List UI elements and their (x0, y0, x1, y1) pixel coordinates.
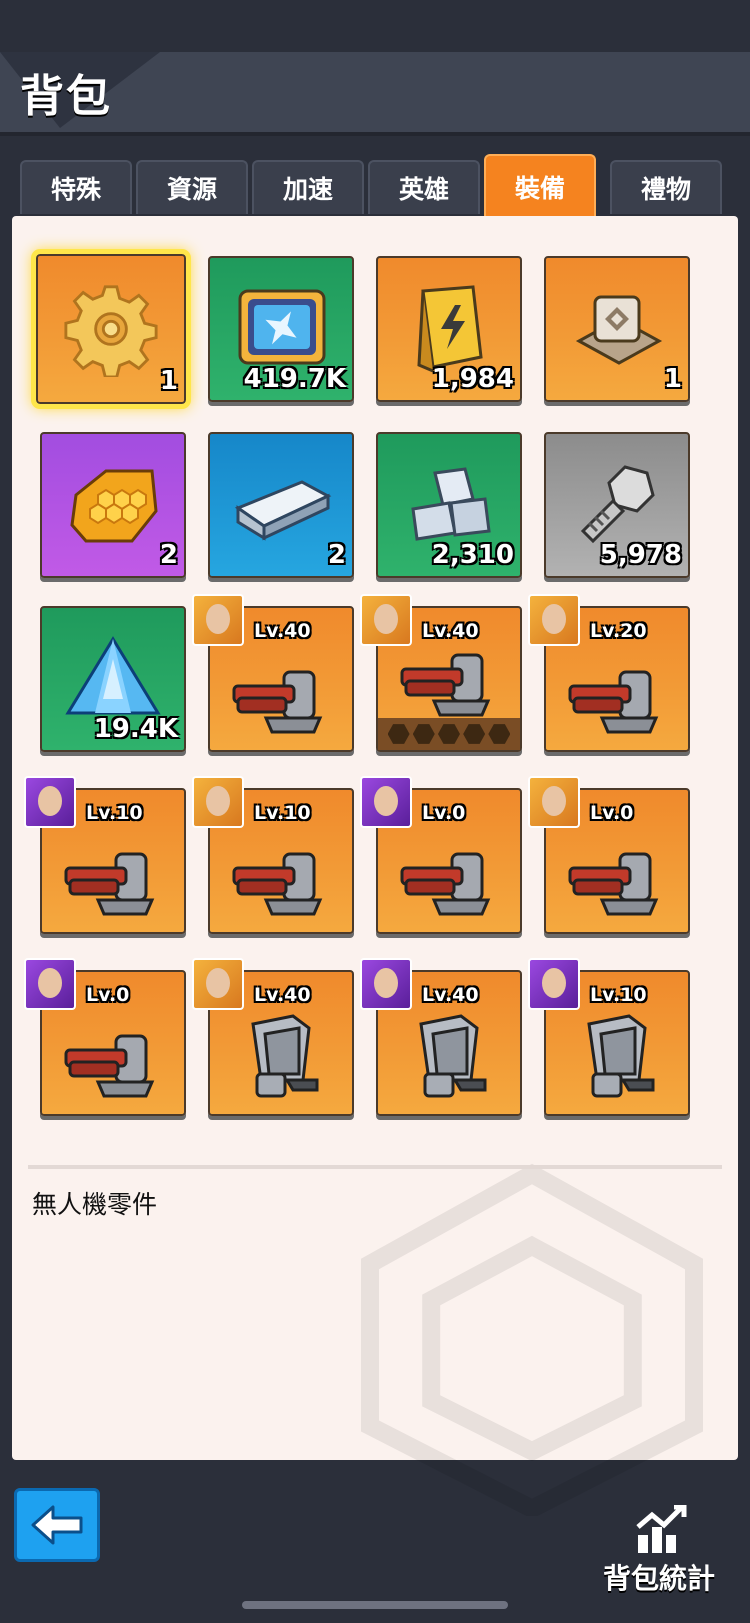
back-button[interactable] (14, 1488, 100, 1562)
turret-icon (64, 1034, 155, 1098)
inventory-item[interactable]: Lv.40 (360, 594, 522, 752)
inventory-item[interactable]: Lv.20 (528, 594, 690, 752)
inventory-item[interactable]: 19.4K (40, 606, 186, 752)
armor-plate-icon (419, 1014, 487, 1098)
item-quantity: 5,978 (599, 540, 682, 570)
item-level: Lv.10 (590, 984, 647, 1006)
bag-stats-button[interactable]: 背包統計 (594, 1505, 724, 1605)
item-description: 無人機零件 (32, 1190, 158, 1219)
item-quantity: 19.4K (93, 714, 178, 744)
steel-bar-icon (234, 480, 332, 541)
item-level: Lv.40 (254, 984, 311, 1006)
item-level: Lv.40 (422, 984, 479, 1006)
item-quantity: 2 (327, 540, 346, 570)
inventory-item[interactable]: 2,310 (376, 432, 522, 578)
item-level: Lv.10 (86, 802, 143, 824)
tab-gifts[interactable]: 禮物 (610, 160, 722, 214)
divider (28, 1165, 722, 1169)
back-arrow-icon (31, 1505, 83, 1545)
hero-avatar (360, 776, 412, 828)
turret-icon (568, 852, 659, 916)
tab-speedup[interactable]: 加速 (252, 160, 364, 214)
item-quantity: 2,310 (431, 540, 514, 570)
hero-avatar (192, 958, 244, 1010)
armor-plate-icon (587, 1014, 655, 1098)
armor-plate-icon (251, 1014, 319, 1098)
title-bar (0, 52, 750, 136)
item-quantity: 1 (663, 364, 682, 394)
item-level: Lv.0 (86, 984, 130, 1006)
hero-avatar (24, 958, 76, 1010)
hero-avatar (528, 594, 580, 646)
inventory-item[interactable]: Lv.40 (360, 958, 522, 1116)
item-quantity: 2 (159, 540, 178, 570)
hero-avatar (24, 776, 76, 828)
inventory-item[interactable]: 1,984 (376, 256, 522, 402)
inventory-item[interactable]: 1 (544, 256, 690, 402)
inventory-item[interactable]: 2 (40, 432, 186, 578)
tab-special[interactable]: 特殊 (20, 160, 132, 214)
hero-avatar (192, 594, 244, 646)
inventory-item[interactable]: 1 (31, 249, 191, 409)
chip-device-icon (575, 295, 663, 365)
bar-chart-icon (636, 1505, 687, 1553)
turret-icon (64, 852, 155, 916)
item-level: Lv.20 (590, 620, 647, 642)
hero-avatar (528, 776, 580, 828)
inventory-item[interactable]: 2 (208, 432, 354, 578)
inventory-item[interactable]: Lv.40 (192, 958, 354, 1116)
inventory-item[interactable]: Lv.10 (528, 958, 690, 1116)
item-level: Lv.0 (422, 802, 466, 824)
inventory-item[interactable]: Lv.0 (360, 776, 522, 934)
inventory-panel: 1 419.7K 1,984 1 2 2 2,310 5,978 19.4K L… (12, 216, 738, 1516)
tab-equipment[interactable]: 裝備 (484, 154, 596, 230)
inventory-item[interactable]: Lv.0 (528, 776, 690, 934)
hero-avatar (528, 958, 580, 1010)
item-quantity: 1,984 (431, 364, 514, 394)
turret-icon (568, 670, 659, 734)
hero-avatar (192, 776, 244, 828)
metal-blocks-icon (411, 467, 491, 541)
home-indicator (242, 1601, 508, 1609)
tab-bar: 特殊 資源 加速 英雄 裝備 禮物 (20, 154, 740, 230)
tab-heroes[interactable]: 英雄 (368, 160, 480, 214)
inventory-item[interactable]: Lv.40 (192, 594, 354, 752)
inventory-item[interactable]: 419.7K (208, 256, 354, 402)
inventory-item[interactable]: Lv.10 (192, 776, 354, 934)
honeycomb-plate-icon (70, 469, 158, 543)
turret-icon (232, 670, 323, 734)
item-level: Lv.10 (254, 802, 311, 824)
watermark-emblem-icon (361, 1163, 703, 1516)
item-level: Lv.0 (590, 802, 634, 824)
bag-stats-label: 背包統計 (602, 1562, 715, 1595)
inventory-item[interactable]: Lv.0 (24, 958, 186, 1116)
hero-avatar (360, 958, 412, 1010)
inventory-item[interactable]: Lv.10 (24, 776, 186, 934)
turret-icon (400, 852, 491, 916)
turret-icon (232, 852, 323, 916)
page-title: 背包 (20, 71, 112, 122)
item-quantity: 1 (159, 366, 178, 396)
inventory-item[interactable]: 5,978 (544, 432, 690, 578)
star-slots (378, 718, 520, 750)
tab-resources[interactable]: 資源 (136, 160, 248, 214)
turret-icon (400, 653, 491, 717)
gear-icon (64, 285, 158, 377)
item-quantity: 419.7K (243, 364, 346, 394)
item-level: Lv.40 (254, 620, 311, 642)
